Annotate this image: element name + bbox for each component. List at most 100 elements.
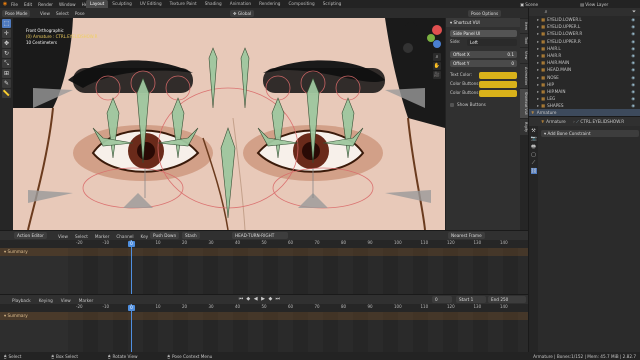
action-menu-key[interactable]: Key [141, 234, 149, 239]
color-swatch[interactable] [479, 81, 517, 88]
action-name-field[interactable]: HEAD-TURN-RIGHT [232, 232, 288, 239]
play-icon[interactable]: ▶ [260, 296, 266, 302]
action-menu-channel[interactable]: Channel [116, 234, 133, 239]
timeline-summary-channel[interactable]: ▾ Summary [0, 312, 68, 320]
current-frame-field[interactable]: 0 [432, 296, 452, 303]
bone-props-icon[interactable]: ⟋ [531, 160, 537, 166]
outliner-item[interactable]: ▸ ▦ SHAPES ◉ [529, 102, 640, 109]
visibility-icon[interactable]: ◉ [631, 102, 635, 109]
outliner-item[interactable]: ▸ ▦ HAIR.MAIN ◉ [529, 59, 640, 66]
cursor-tool-icon[interactable]: ✛ [2, 29, 11, 38]
tab-sculpting[interactable]: Sculpting [108, 0, 136, 8]
outliner-item[interactable]: ▸ ▦ HAIR.L ◉ [529, 45, 640, 52]
snapping-dropdown[interactable]: Nearest Frame [448, 232, 485, 239]
view-layer-selector[interactable]: ▤ View Layer [580, 2, 608, 7]
action-editor-ruler[interactable]: -20 -10 0 10 20 30 40 50 60 70 80 90 100 110 120 130 140 [0, 240, 528, 248]
tab-shading[interactable]: Shading [201, 0, 226, 8]
outliner-item[interactable]: ▸ ▦ HAIR.R ◉ [529, 52, 640, 59]
scene-selector[interactable]: ▣ Scene [520, 2, 538, 7]
sidebar-tab-item[interactable]: Item [520, 19, 528, 34]
viewport-menu-view[interactable]: View [40, 11, 50, 16]
next-key-icon[interactable]: ◆ [267, 296, 273, 302]
select-tool-icon[interactable]: ⬚ [2, 19, 11, 28]
scale-tool-icon[interactable]: ⤡ [2, 59, 11, 68]
color-swatch[interactable] [479, 90, 517, 97]
search-icon[interactable]: ⌕ [543, 9, 549, 15]
action-menu-marker[interactable]: Marker [95, 234, 109, 239]
jump-start-icon[interactable]: ⏮ [238, 296, 244, 302]
tab-texture-paint[interactable]: Texture Paint [166, 0, 201, 8]
outliner-item[interactable]: ▸ ▦ EYELID.LOWER.R ◉ [529, 30, 640, 37]
sidebar-tab-rigify[interactable]: Rigify [520, 118, 528, 135]
panel-header[interactable]: ▾ Shortcut VUI [446, 18, 521, 27]
sidebar-tab-animation[interactable]: Animation [520, 63, 528, 89]
sidebar-tab-tool[interactable]: Tool [520, 34, 528, 48]
3d-viewport[interactable]: Front Orthographic (0) Armature : CTRL.E… [13, 18, 445, 230]
orientation-selector[interactable]: ✥ Global [230, 9, 255, 17]
timeline-menu-playback[interactable]: Playback [12, 298, 31, 303]
tab-animation[interactable]: Animation [226, 0, 255, 8]
menu-file[interactable]: File [11, 2, 18, 7]
outliner-item[interactable]: ▸ ▦ HIP ◉ [529, 81, 640, 88]
tab-compositing[interactable]: Compositing [284, 0, 318, 8]
timeline-track-area[interactable] [68, 312, 528, 353]
menu-window[interactable]: Window [59, 2, 76, 7]
menu-render[interactable]: Render [38, 2, 53, 7]
visibility-icon[interactable]: ◉ [631, 74, 635, 81]
constraint-props-icon[interactable]: ⛓ [530, 168, 537, 174]
zoom-icon[interactable]: ⌕ [433, 53, 441, 61]
measure-tool-icon[interactable]: 📏 [2, 89, 11, 98]
viewport-menu-pose[interactable]: Pose [75, 11, 85, 16]
action-menu-select[interactable]: Select [75, 234, 88, 239]
tab-rendering[interactable]: Rendering [255, 0, 284, 8]
outliner-item[interactable]: ▸ ▦ HIP.MAIN ◉ [529, 88, 640, 95]
start-frame-field[interactable]: Start 1 [456, 296, 486, 303]
outliner-item[interactable]: ▸ ▦ LEG ◉ [529, 95, 640, 102]
action-dopesheet[interactable] [68, 248, 528, 295]
tool-props-icon[interactable]: ⚒ [531, 128, 537, 134]
end-frame-field[interactable]: End 250 [488, 296, 526, 303]
tab-layout[interactable]: Layout [86, 0, 109, 8]
timeline-menu-marker[interactable]: Marker [79, 298, 93, 303]
add-bone-constraint-button[interactable]: ▾ Add Bone Constraint [541, 130, 639, 137]
push-down-button[interactable]: Push Down [150, 232, 180, 239]
visibility-icon[interactable]: ◉ [631, 88, 635, 95]
camera-icon[interactable]: 🎥 [433, 71, 441, 79]
jump-end-icon[interactable]: ⏭ [275, 296, 281, 302]
viewport-menu-select[interactable]: Select [56, 11, 69, 16]
visibility-icon[interactable]: ◉ [631, 66, 635, 73]
sidebar-tab-shortcut-vui[interactable]: Shortcut VUI [520, 89, 528, 118]
move-tool-icon[interactable]: ✥ [2, 39, 11, 48]
object-props-icon[interactable]: ▢ [531, 152, 537, 158]
prev-key-icon[interactable]: ◆ [245, 296, 251, 302]
outliner-item[interactable]: ▸ ▦ EYELID.LOWER.L ◉ [529, 16, 640, 23]
filter-icon[interactable]: ⏷ [631, 9, 637, 15]
rotate-tool-icon[interactable]: ↻ [2, 49, 11, 58]
timeline-ruler[interactable]: -20 -10 0 10 20 30 40 50 60 70 80 90 100 110 120 130 140 [0, 304, 528, 312]
play-reverse-icon[interactable]: ◀ [253, 296, 259, 302]
timeline-menu-view[interactable]: View [61, 298, 71, 303]
action-playhead[interactable] [131, 240, 132, 295]
sidebar-tab-view[interactable]: View [520, 48, 528, 63]
tab-uv-editing[interactable]: UV Editing [136, 0, 166, 8]
side-dropdown[interactable]: Left [467, 39, 517, 46]
offset-x-field[interactable]: Offset X 0.1 [450, 51, 517, 58]
outliner-item[interactable]: ▸ ▦ NOSE ◉ [529, 74, 640, 81]
visibility-icon[interactable]: ◉ [631, 30, 635, 37]
mode-selector[interactable]: Pose Mode [2, 9, 31, 17]
blender-logo-icon[interactable]: ◉ [2, 1, 8, 7]
summary-channel[interactable]: ▾ Summary [0, 248, 68, 256]
outliner-item[interactable]: ▸ ▦ EYELID.UPPER.R ◉ [529, 38, 640, 45]
timeline-playhead[interactable] [131, 304, 132, 353]
transform-tool-icon[interactable]: ⊞ [2, 69, 11, 78]
offset-y-field[interactable]: Offset Y 0 [450, 60, 517, 67]
stash-button[interactable]: Stash [182, 232, 200, 239]
visibility-icon[interactable]: ◉ [631, 16, 635, 23]
tab-scripting[interactable]: Scripting [319, 0, 346, 8]
render-props-icon[interactable]: 📷 [531, 136, 537, 142]
color-swatch[interactable] [479, 72, 517, 79]
annotate-tool-icon[interactable]: ✎ [2, 79, 11, 88]
action-menu-view[interactable]: View [58, 234, 68, 239]
visibility-icon[interactable]: ◉ [631, 38, 635, 45]
visibility-icon[interactable]: ◉ [631, 59, 635, 66]
